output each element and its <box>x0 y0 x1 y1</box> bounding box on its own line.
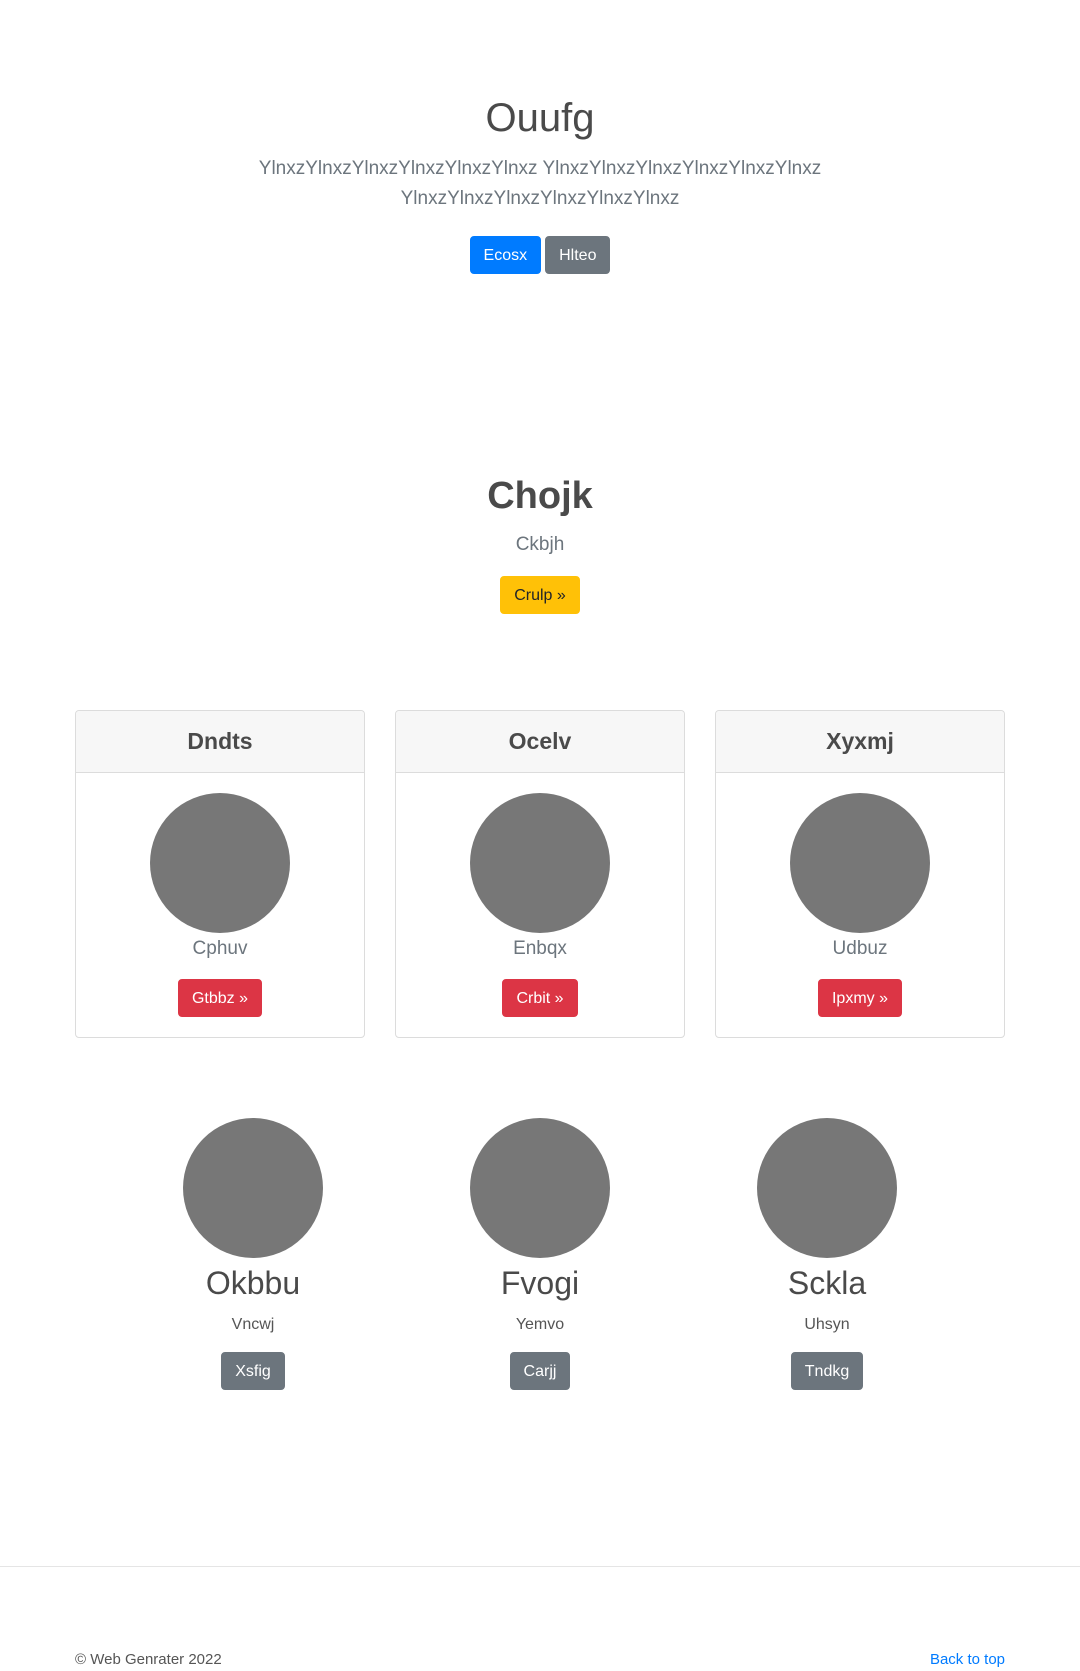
person-name: Sckla <box>787 1265 867 1301</box>
card-text: Udbuz <box>832 938 888 959</box>
person-okbbu: Okbbu Vncwj Xsfig <box>133 1118 373 1390</box>
hero-lead-text: YlnxzYlnxzYlnxzYlnxzYlnxzYlnxz YlnxzYlnx… <box>258 158 822 209</box>
card-image-placeholder <box>470 793 610 933</box>
card-image-placeholder <box>790 793 930 933</box>
card-image-placeholder <box>150 793 290 933</box>
person-role: Vncwj <box>231 1316 275 1333</box>
card-button[interactable]: Ipxmy » <box>817 979 902 1017</box>
person-button-wrap: Tndkg <box>707 1352 947 1390</box>
person-sckla: Sckla Uhsyn Tndkg <box>707 1118 947 1390</box>
card-button[interactable]: Gtbbz » <box>177 979 263 1017</box>
feature-button-wrap: Crulp » <box>0 576 1080 614</box>
person-fvogi: Fvogi Yemvo Carjj <box>420 1118 660 1390</box>
person-button[interactable]: Xsfig <box>221 1352 285 1390</box>
card-button-wrap: Ipxmy » <box>716 979 1004 1017</box>
hero-button-group: Ecosx Hlteo <box>0 236 1080 274</box>
feature-subtitle: Ckbjh <box>515 534 565 555</box>
card-button[interactable]: Crbit » <box>502 979 578 1017</box>
card-text: Cphuv <box>192 938 248 959</box>
feature-title: Chojk <box>487 475 593 517</box>
person-name: Okbbu <box>205 1265 301 1301</box>
footer-divider <box>0 1566 1080 1567</box>
person-role: Yemvo <box>515 1316 565 1333</box>
feature-button[interactable]: Crulp » <box>500 576 580 614</box>
card-title: Dndts <box>76 711 364 773</box>
hero-primary-button[interactable]: Ecosx <box>469 236 542 274</box>
card-title: Xyxmj <box>716 711 1004 773</box>
avatar <box>183 1118 323 1258</box>
card-button-wrap: Gtbbz » <box>76 979 364 1017</box>
card-xyxmj: Xyxmj Udbuz Ipxmy » <box>715 710 1005 1038</box>
person-name: Fvogi <box>500 1265 580 1301</box>
person-button-wrap: Xsfig <box>133 1352 373 1390</box>
card-button-wrap: Crbit » <box>396 979 684 1017</box>
card-title: Ocelv <box>396 711 684 773</box>
card-text: Enbqx <box>513 938 567 959</box>
person-button[interactable]: Tndkg <box>790 1352 864 1390</box>
person-button[interactable]: Carjj <box>509 1352 571 1390</box>
person-role: Uhsyn <box>804 1316 850 1333</box>
hero-title: Ouufg <box>485 96 595 140</box>
avatar <box>757 1118 897 1258</box>
card-ocelv: Ocelv Enbqx Crbit » <box>395 710 685 1038</box>
card-dndts: Dndts Cphuv Gtbbz » <box>75 710 365 1038</box>
avatar <box>470 1118 610 1258</box>
footer-copyright: © Web Genrater 2022 <box>75 1651 222 1668</box>
back-to-top-link[interactable]: Back to top <box>930 1651 1005 1668</box>
person-button-wrap: Carjj <box>420 1352 660 1390</box>
hero-secondary-button[interactable]: Hlteo <box>545 236 611 274</box>
